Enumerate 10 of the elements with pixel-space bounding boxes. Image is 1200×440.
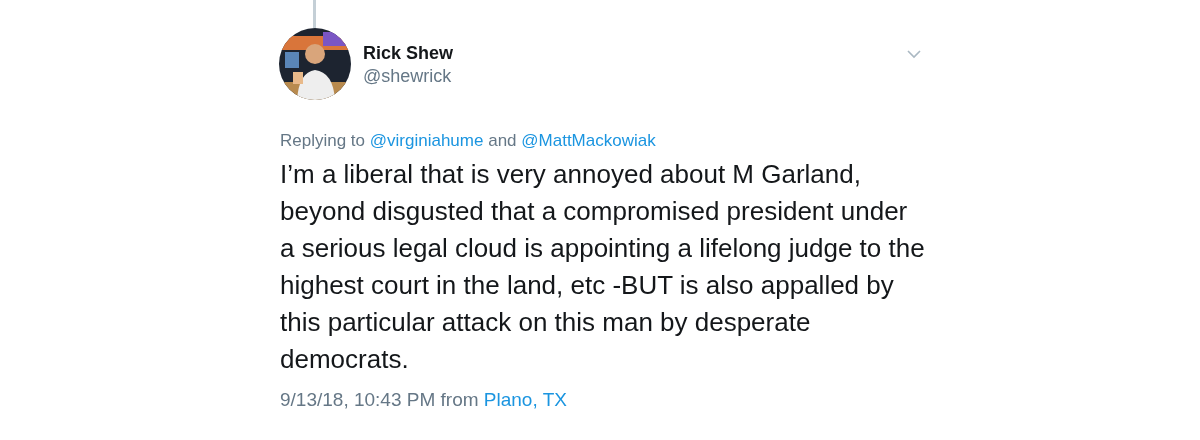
author-name[interactable]: Rick Shew xyxy=(363,42,454,64)
location-link[interactable]: Plano, TX xyxy=(483,389,567,410)
mention-link[interactable]: @MattMackowiak xyxy=(521,131,656,150)
tweet-text: I’m a liberal that is very annoyed about M Garland, beyond disgusted that a compromised president under a serious legal cloud is appointing a lifelong judge to the highest court in the land, etc -BUT is also appalled by this particular attack on this man by desperate democrats. xyxy=(280,158,925,376)
mention-link[interactable]: @virginiahume xyxy=(369,131,484,150)
tweet-timestamp: 9/13/18, 10:43 PM from Plano, TX xyxy=(280,388,567,412)
replying-to-text: Replying to @virginiahume and @MattMackowiak xyxy=(280,130,657,152)
author-handle[interactable]: @shewrick xyxy=(363,64,454,88)
chevron-down-icon[interactable] xyxy=(907,50,921,59)
thread-line xyxy=(313,0,316,28)
